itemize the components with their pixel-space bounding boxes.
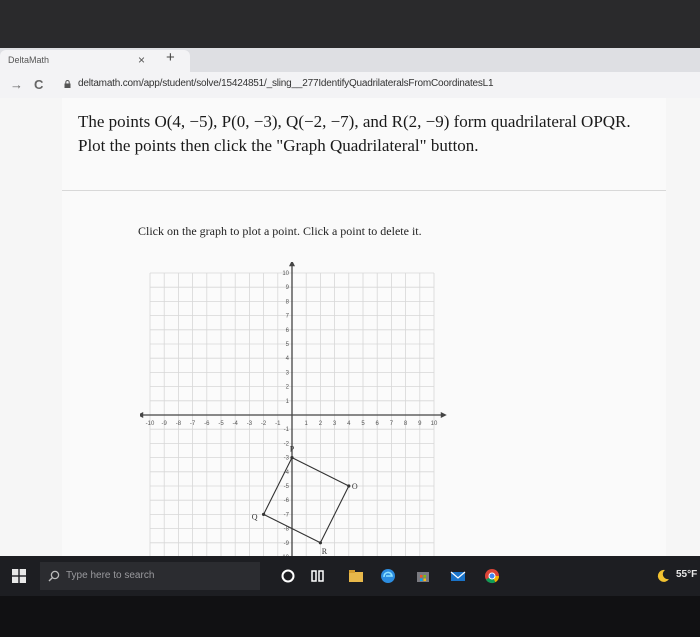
x-tick-label: -6	[204, 421, 210, 427]
address-bar: → C deltamath.com/app/student/solve/1542…	[0, 72, 700, 99]
graph-instruction: Click on the graph to plot a point. Clic…	[138, 224, 422, 238]
windows-icon[interactable]	[12, 569, 26, 583]
x-axis-arrow-left	[140, 412, 144, 418]
y-tick-label: 10	[282, 271, 289, 277]
tab-title: DeltaMath	[8, 55, 50, 65]
coordinate-graph[interactable]: -10 -9 -8 -7 -6 -5 -4 -3 -2 -1 1 2 3 4 5 6 7 8 9 1010987654…	[140, 262, 460, 558]
temperature-readout: 55°F	[676, 569, 698, 580]
x-tick-label: -2	[261, 421, 267, 427]
monitor-screen: DeltaMath × + → C deltamath.com/app/stud…	[0, 0, 700, 637]
point-marker	[347, 484, 351, 488]
y-tick-label: -9	[284, 541, 290, 547]
tab-close-icon[interactable]: ×	[138, 53, 145, 67]
tab-strip: DeltaMath ×	[0, 48, 700, 72]
task-view-icon[interactable]	[310, 568, 326, 584]
point-label: P	[290, 445, 295, 454]
y-tick-label: -7	[284, 512, 290, 518]
y-tick-label: -6	[284, 498, 290, 504]
file-explorer-icon[interactable]	[348, 568, 364, 584]
point-marker	[290, 456, 294, 460]
y-axis-arrow-up	[289, 262, 295, 267]
point-marker	[318, 541, 322, 545]
point-label: R	[322, 547, 328, 556]
reload-icon[interactable]: C	[34, 77, 43, 92]
x-tick-label: -9	[162, 421, 168, 427]
x-tick-label: -8	[176, 421, 182, 427]
x-tick-label: -5	[218, 421, 224, 427]
y-tick-label: -1	[284, 427, 290, 433]
x-tick-label: 10	[431, 421, 438, 427]
x-tick-label: -4	[233, 421, 239, 427]
search-icon	[48, 570, 60, 582]
problem-prompt: The points O(4, −5), P(0, −3), Q(−2, −7)…	[78, 112, 631, 155]
x-tick-label: -10	[146, 421, 155, 427]
cortana-icon[interactable]	[280, 568, 296, 584]
monitor-bezel	[0, 596, 700, 637]
x-tick-label: -7	[190, 421, 196, 427]
browser-tab[interactable]: DeltaMath ×	[0, 50, 190, 72]
y-tick-label: -2	[284, 441, 290, 447]
x-tick-label: -1	[275, 421, 281, 427]
point-marker	[262, 512, 266, 516]
taskbar-search-box[interactable]: Type here to search	[40, 562, 260, 590]
chrome-icon[interactable]	[484, 568, 500, 584]
y-tick-label: -3	[284, 456, 290, 462]
store-icon[interactable]	[415, 568, 431, 584]
search-placeholder: Type here to search	[66, 570, 155, 581]
forward-icon[interactable]: →	[10, 77, 23, 92]
point-label: O	[352, 482, 358, 491]
x-axis-arrow-right	[440, 412, 447, 418]
url-field[interactable]: deltamath.com/app/student/solve/15424851…	[78, 78, 494, 89]
point-label: Q	[252, 512, 258, 521]
taskbar: Type here to search 55°F	[0, 556, 700, 596]
weather-icon[interactable]	[655, 568, 671, 584]
y-tick-label: -5	[284, 484, 290, 490]
divider	[62, 190, 666, 191]
mail-icon[interactable]	[450, 568, 466, 584]
edge-icon[interactable]	[380, 568, 396, 584]
x-tick-label: -3	[247, 421, 253, 427]
lock-icon	[64, 80, 71, 88]
new-tab-button[interactable]: +	[166, 49, 175, 66]
